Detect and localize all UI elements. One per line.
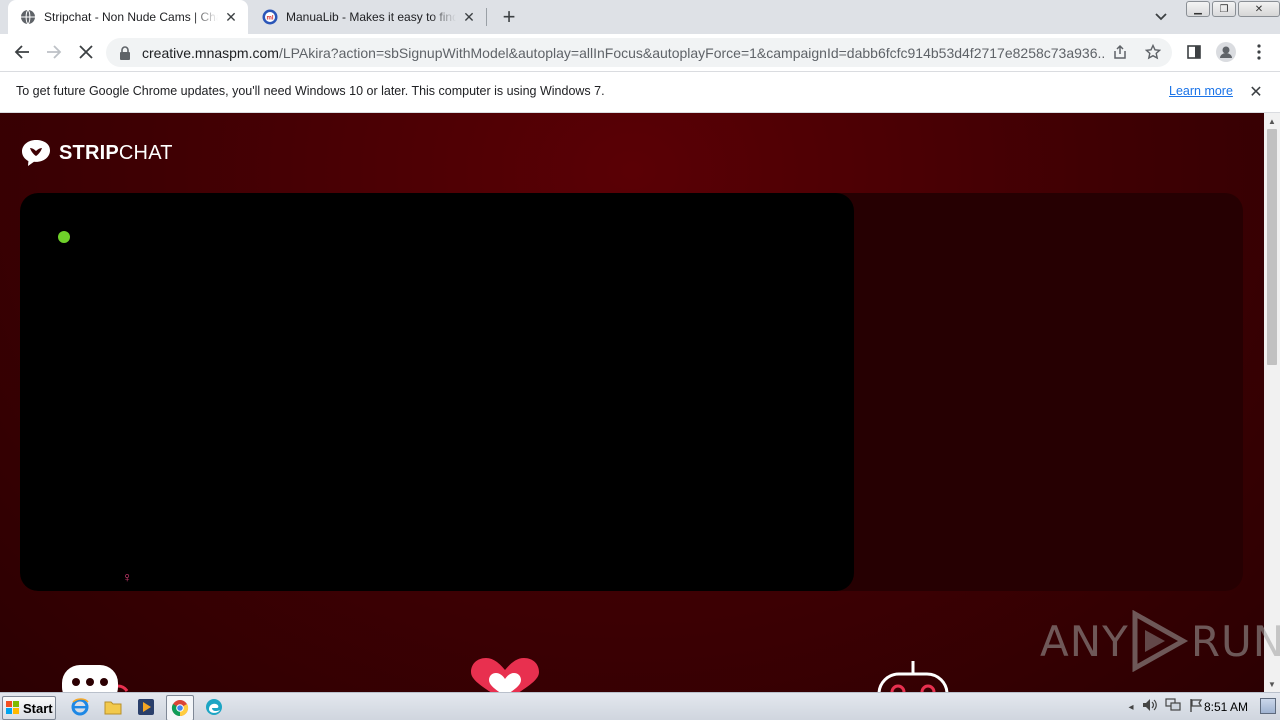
windows-flag-icon [6, 701, 19, 714]
robot-icon [876, 661, 950, 692]
ie-icon[interactable] [67, 695, 93, 719]
new-tab-button[interactable]: + [497, 4, 521, 29]
heart-icon [469, 658, 541, 692]
show-desktop-button[interactable] [1260, 698, 1276, 714]
play-triangle-icon [1132, 610, 1188, 672]
chat-bubble-logo-icon [22, 140, 50, 166]
stop-loading-button[interactable] [72, 38, 100, 66]
page-content: STRIPCHAT ♀ [0, 113, 1264, 692]
start-button[interactable]: Start [2, 696, 56, 720]
svg-text:ml: ml [266, 16, 273, 22]
infobar-message: To get future Google Chrome updates, you… [16, 84, 605, 98]
speaker-icon[interactable] [1142, 698, 1158, 717]
taskbar-clock: 8:51 AM [1204, 700, 1249, 714]
forward-button[interactable] [40, 38, 68, 66]
url-host: creative.mnaspm.com [142, 44, 279, 61]
start-label: Start [23, 700, 53, 716]
close-tab-icon[interactable]: ✕ [460, 8, 478, 26]
stripchat-logo[interactable]: STRIPCHAT [20, 138, 173, 168]
minimize-button[interactable]: ▁ [1186, 1, 1210, 17]
tab-manualib[interactable]: ml ManuaLib - Makes it easy to find manu… [250, 0, 486, 34]
explorer-icon[interactable] [100, 695, 126, 719]
anyrun-watermark: ANY RUN [1040, 610, 1280, 672]
chat-bubble-icon [62, 658, 132, 692]
logo-wordmark: STRIPCHAT [59, 142, 173, 165]
url-path: /LPAkira?action=sbSignupWithModel&autopl… [278, 44, 1104, 61]
scrollbar-thumb[interactable] [1267, 129, 1277, 365]
address-bar[interactable]: creative.mnaspm.com/LPAkira?action=sbSig… [106, 38, 1172, 67]
video-player[interactable]: ♀ [20, 193, 854, 591]
scroll-up-arrow-icon[interactable]: ▲ [1264, 113, 1280, 129]
profile-avatar-icon[interactable] [1212, 38, 1240, 66]
lock-icon[interactable] [118, 45, 132, 60]
browser-toolbar: creative.mnaspm.com/LPAkira?action=sbSig… [0, 34, 1280, 72]
infobar-close-icon[interactable]: ✕ [1246, 82, 1266, 102]
system-tray: ◂ [1124, 697, 1203, 717]
side-panel-icon[interactable] [1180, 38, 1208, 66]
watermark-right: RUN [1190, 616, 1280, 666]
window-controls: ▁ ❐ ✕ [1184, 1, 1280, 17]
tab-strip: Stripchat - Non Nude Cams | Chat with ✕ … [0, 0, 1280, 34]
page-scrollbar[interactable]: ▲ ▼ [1264, 113, 1280, 692]
scroll-down-arrow-icon[interactable]: ▼ [1264, 676, 1280, 692]
chrome-menu-icon[interactable] [1245, 38, 1273, 66]
tab-stripchat[interactable]: Stripchat - Non Nude Cams | Chat with ✕ [8, 0, 248, 34]
manualib-icon: ml [262, 9, 278, 25]
tab-search-chevron-icon[interactable] [1150, 6, 1172, 28]
close-window-button[interactable]: ✕ [1238, 1, 1280, 17]
url-text[interactable]: creative.mnaspm.com/LPAkira?action=sbSig… [142, 45, 1104, 61]
edge-icon[interactable] [201, 695, 227, 719]
globe-icon [20, 9, 36, 25]
update-infobar: To get future Google Chrome updates, you… [0, 72, 1280, 113]
media-player-icon[interactable] [133, 695, 159, 719]
live-status-dot [58, 231, 70, 243]
show-hidden-icons-icon[interactable]: ◂ [1124, 702, 1138, 713]
logo-wordmark-bold: STRIP [59, 141, 119, 164]
watermark-left: ANY [1040, 616, 1129, 666]
network-icon[interactable] [1165, 697, 1181, 717]
action-center-flag-icon[interactable] [1189, 698, 1203, 717]
tab-separator [486, 8, 487, 26]
close-tab-icon[interactable]: ✕ [222, 8, 240, 26]
tab-title: Stripchat - Non Nude Cams | Chat with [44, 10, 218, 24]
female-gender-icon: ♀ [122, 569, 133, 585]
back-button[interactable] [8, 38, 36, 66]
tab-title: ManuaLib - Makes it easy to find manuals [286, 10, 456, 24]
share-icon[interactable] [1112, 44, 1128, 65]
bookmark-star-icon[interactable] [1144, 43, 1162, 65]
restore-button[interactable]: ❐ [1212, 1, 1236, 17]
model-stream-card[interactable]: ♀ [20, 193, 1243, 591]
chrome-icon[interactable] [166, 695, 194, 720]
windows-taskbar: Start ◂ 8:51 AM [0, 692, 1280, 720]
logo-wordmark-regular: CHAT [118, 141, 173, 164]
learn-more-link[interactable]: Learn more [1169, 84, 1233, 98]
